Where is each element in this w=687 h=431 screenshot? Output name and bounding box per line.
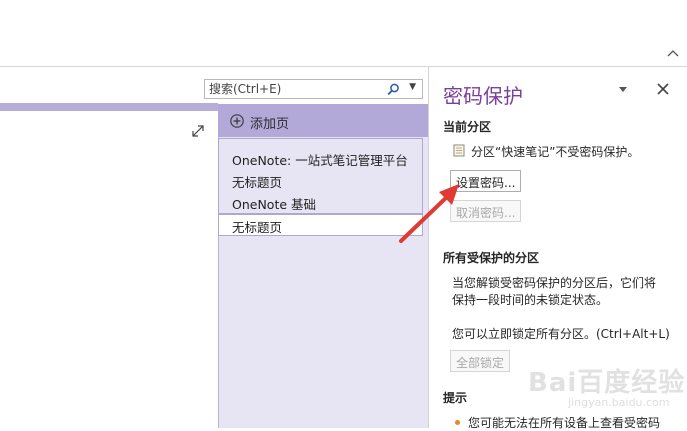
watermark-url: jingyan.baidu.com <box>568 396 670 409</box>
search-icon[interactable] <box>387 83 400 96</box>
add-page-label: 添加页 <box>250 117 290 132</box>
search-scope-dropdown-icon[interactable]: ▼ <box>409 82 416 92</box>
add-icon <box>230 114 244 128</box>
page-item[interactable]: OneNote: 一站式笔记管理平台 <box>232 150 408 169</box>
collapse-ribbon-icon[interactable] <box>667 48 679 58</box>
watermark-logo: Bai百度经验 <box>528 368 686 398</box>
close-icon[interactable] <box>657 83 669 95</box>
add-page-button[interactable]: 添加页 <box>218 104 428 137</box>
red-arrow-annotation <box>399 184 459 243</box>
current-section-heading: 当前分区 <box>443 120 492 134</box>
search-box[interactable]: ▼ <box>204 79 423 99</box>
unlock-description-cont: 保持一段时间的未锁定状态。 <box>452 293 609 307</box>
pane-options-icon[interactable] <box>618 86 628 94</box>
lock-all-button[interactable]: 全部锁定 <box>450 350 511 372</box>
expand-icon[interactable] <box>190 123 206 139</box>
page-item[interactable]: 无标题页 <box>232 217 282 236</box>
all-protected-heading: 所有受保护的分区 <box>443 251 540 265</box>
tips-heading: 提示 <box>443 391 468 405</box>
ribbon-area <box>0 0 687 67</box>
pane-title: 密码保护 <box>443 84 523 108</box>
section-icon <box>453 144 465 157</box>
search-input[interactable] <box>209 82 384 96</box>
section-status-text: 分区“快速笔记”不受密码保护。 <box>471 145 640 159</box>
page-header-band <box>0 103 218 111</box>
tip-text: 您可能无法在所有设备上查看受密码 <box>468 416 661 430</box>
bullet-icon <box>455 420 460 425</box>
page-item[interactable]: OneNote 基础 <box>232 194 316 213</box>
lock-hint-text: 您可以立即锁定所有分区。(Ctrl+Alt+L) <box>452 327 670 341</box>
unlock-description: 当您解锁受密码保护的分区后，它们将 <box>452 276 657 290</box>
page-item[interactable]: 无标题页 <box>232 172 282 191</box>
